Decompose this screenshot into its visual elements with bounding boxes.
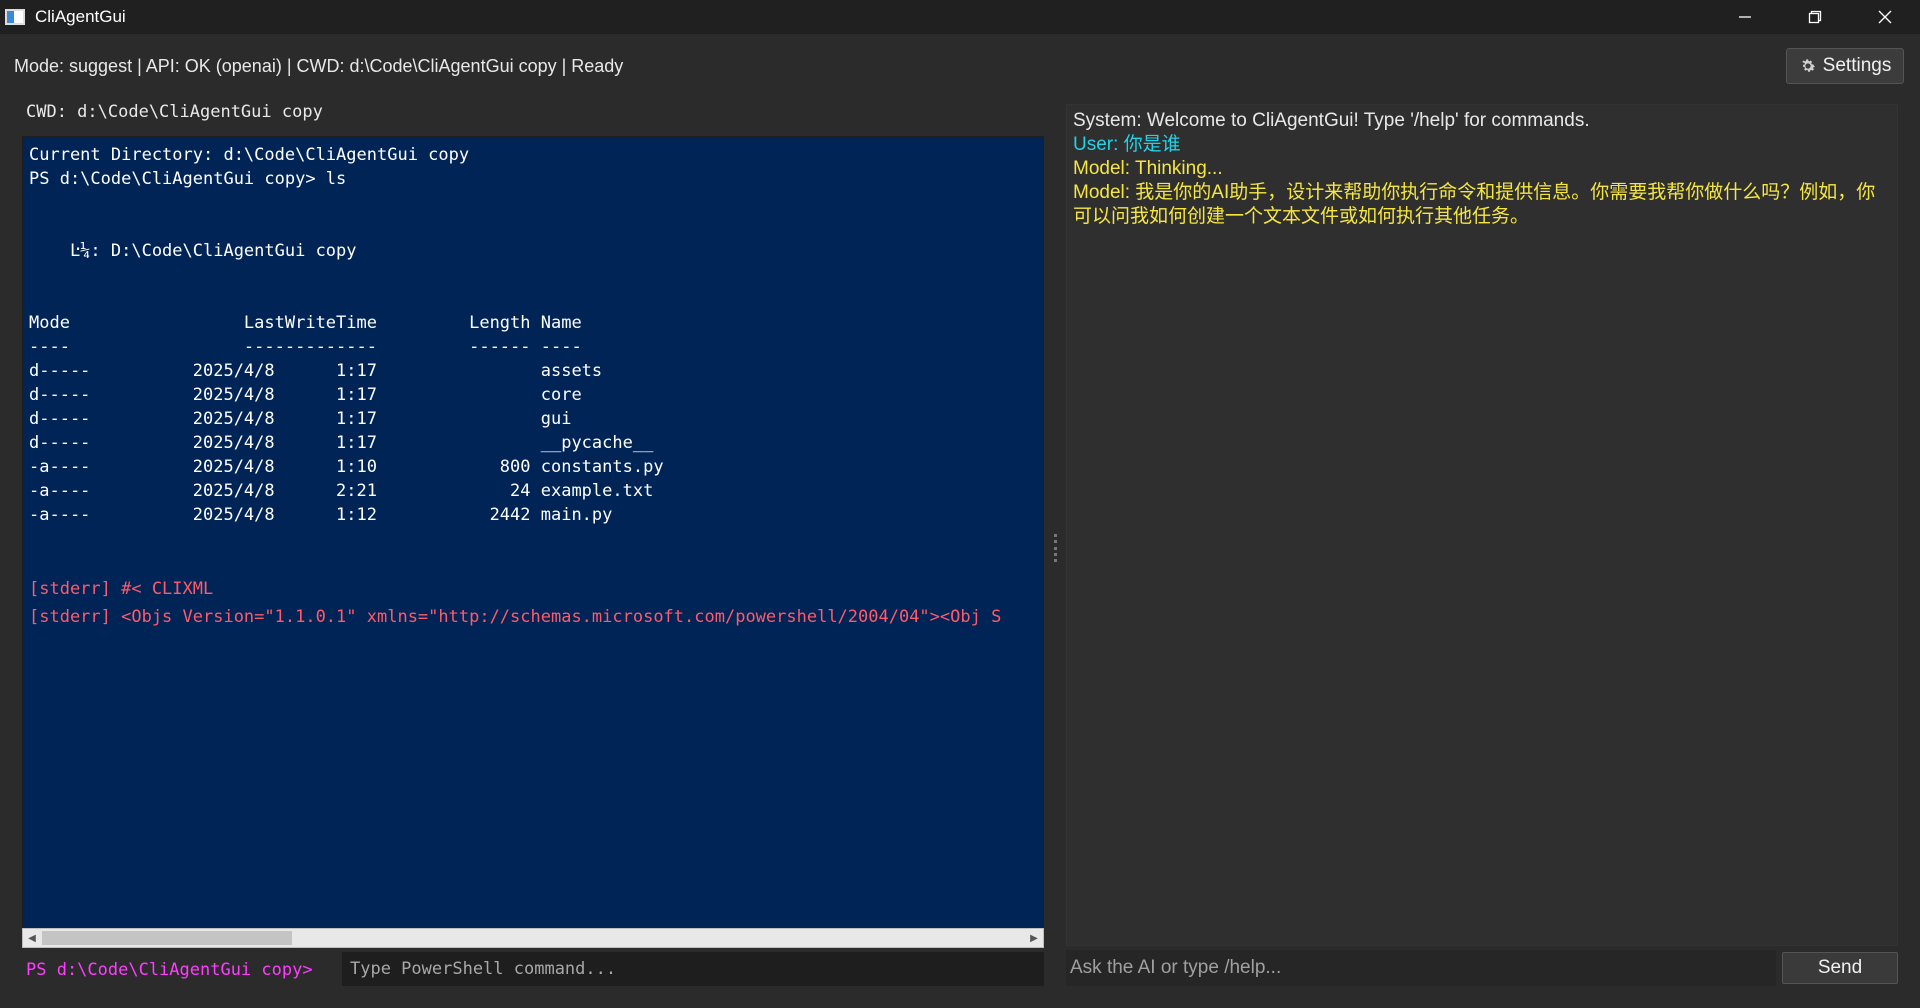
scroll-right-button[interactable]: ▶ [1025,929,1043,947]
scroll-left-icon: ◀ [28,932,36,944]
send-button[interactable]: Send [1782,952,1898,984]
app-icon [5,9,25,25]
chat-message-user: User: 你是谁 [1073,134,1181,155]
close-button[interactable] [1850,0,1920,34]
terminal-line: -a---- 2025/4/8 2:21 24 example.txt [29,481,654,501]
chat-message-model: Model: Thinking... [1073,158,1223,179]
window-controls [1710,0,1920,34]
settings-button[interactable]: Settings [1786,48,1904,84]
chat-input-row: Send [1066,950,1898,986]
chat-log[interactable]: System: Welcome to CliAgentGui! Type '/h… [1066,104,1898,946]
terminal-output[interactable]: Current Directory: d:\Code\CliAgentGui c… [22,136,1044,928]
restore-icon [1808,10,1822,24]
title-bar: CliAgentGui [0,0,1920,34]
horizontal-scrollbar[interactable]: ◀ ▶ [22,928,1044,948]
restore-button[interactable] [1780,0,1850,34]
chat-message-system: System: Welcome to CliAgentGui! Type '/h… [1073,110,1590,131]
pane-splitter[interactable] [1054,534,1058,562]
stderr-line: [stderr] <Objs Version="1.1.0.1" xmlns="… [29,607,1002,627]
terminal-lines: Current Directory: d:\Code\CliAgentGui c… [29,143,1039,631]
cwd-label: CWD: d:\Code\CliAgentGui copy [26,102,323,122]
scrollbar-thumb[interactable] [42,931,292,945]
chat-pane: System: Welcome to CliAgentGui! Type '/h… [1066,104,1898,988]
gear-icon [1801,59,1815,72]
terminal-line: ---- ------------- ------ ---- [29,337,582,357]
chat-message-model: Model: 我是你的AI助手，设计来帮助你执行命令和提供信息。你需要我帮你做什… [1073,182,1876,227]
settings-label: Settings [1822,55,1892,76]
stderr-line: [stderr] #< CLIXML [29,579,214,599]
terminal-line: -a---- 2025/4/8 1:10 800 constants.py [29,457,664,477]
command-input[interactable] [342,952,1044,986]
status-bar: Mode: suggest | API: OK (openai) | CWD: … [0,34,1920,98]
terminal-line: d----- 2025/4/8 1:17 __pycache__ [29,433,654,453]
terminal-line: -a---- 2025/4/8 1:12 2442 main.py [29,505,613,525]
scroll-left-button[interactable]: ◀ [23,929,41,947]
window-title: CliAgentGui [35,7,126,26]
terminal-pane: CWD: d:\Code\CliAgentGui copy Current Di… [22,98,1044,988]
status-text: Mode: suggest | API: OK (openai) | CWD: … [14,56,624,76]
terminal-line: d----- 2025/4/8 1:17 core [29,385,582,405]
terminal-line: Mode LastWriteTime Length Name [29,313,582,333]
close-icon [1878,10,1892,24]
terminal-line: d----- 2025/4/8 1:17 gui [29,409,572,429]
minimize-button[interactable] [1710,0,1780,34]
chat-input[interactable] [1066,950,1776,986]
terminal-line: d----- 2025/4/8 1:17 assets [29,361,603,381]
terminal-line: Ŀ¼: D:\Code\CliAgentGui copy [29,241,357,261]
scroll-right-icon: ▶ [1030,932,1038,944]
terminal-line: Current Directory: d:\Code\CliAgentGui c… [29,145,470,165]
terminal-line: PS d:\Code\CliAgentGui copy> ls [29,169,347,189]
prompt-label: PS d:\Code\CliAgentGui copy> [26,960,313,980]
minimize-icon [1739,16,1751,18]
command-row: PS d:\Code\CliAgentGui copy> [22,952,1044,986]
